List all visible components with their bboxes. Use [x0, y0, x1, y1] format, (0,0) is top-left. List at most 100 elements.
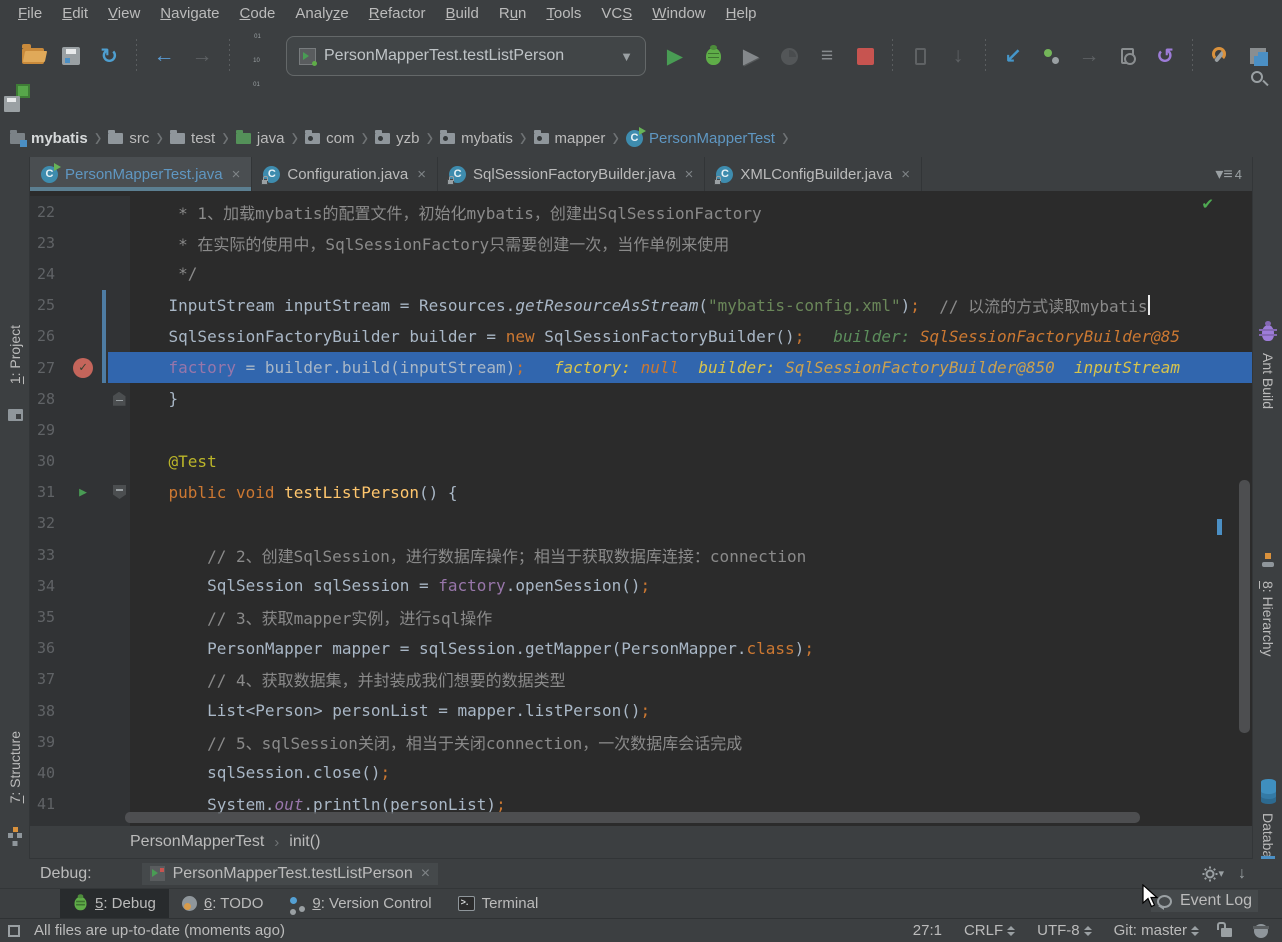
code-text[interactable]: sqlSession.close(); [130, 757, 1252, 788]
code-text[interactable]: // 4、获取数据集，并封装成我们想要的数据类型 [130, 664, 1252, 695]
breakpoint-icon[interactable]: ✓ [73, 357, 93, 378]
event-log-button[interactable]: Event Log [1150, 890, 1258, 912]
run-configuration-combo[interactable]: PersonMapperTest.testListPerson ▼ [286, 36, 646, 76]
code-text[interactable]: */ [130, 258, 1252, 289]
code-text[interactable]: SqlSessionFactoryBuilder builder = new S… [130, 321, 1252, 352]
numbered-arrow-icon[interactable] [242, 41, 272, 71]
commit-icon[interactable] [1036, 41, 1066, 71]
debug-session-tab[interactable]: PersonMapperTest.testListPerson × [141, 862, 439, 885]
horizontal-scrollbar[interactable] [125, 812, 1140, 823]
code-text[interactable]: factory = builder.build(inputStream); fa… [130, 351, 1252, 384]
close-icon[interactable]: × [901, 166, 910, 183]
fold-marker-icon[interactable] [113, 485, 126, 499]
code-text[interactable]: PersonMapper mapper = sqlSession.getMapp… [130, 633, 1252, 664]
menu-help[interactable]: Help [716, 5, 767, 22]
unlock-icon[interactable] [1217, 922, 1232, 937]
code-text[interactable]: InputStream inputStream = Resources. getR… [130, 290, 1252, 321]
open-icon[interactable] [18, 41, 48, 71]
breadcrumb-method[interactable]: init() [289, 833, 320, 851]
menu-edit[interactable]: Edit [52, 5, 98, 22]
save-icon[interactable] [56, 41, 86, 71]
encoding-widget[interactable]: UTF-8 [1037, 922, 1092, 939]
close-icon[interactable]: × [685, 166, 694, 183]
breadcrumb-java[interactable]: java [235, 130, 284, 147]
menu-analyze[interactable]: Analyze [285, 5, 358, 22]
pin-down-icon[interactable]: ↓ [1238, 865, 1246, 883]
tab-sqlsessionfactorybuilder-java[interactable]: C SqlSessionFactoryBuilder.java × [438, 157, 706, 191]
rollback-icon[interactable]: ↺ [1150, 41, 1180, 71]
stripe-item-1-project[interactable]: 1: Project [0, 325, 30, 384]
project-tool-icon[interactable] [0, 409, 30, 421]
code-text[interactable]: * 在实际的使用中，SqlSessionFactory只需要创建一次，当作单例来… [130, 227, 1252, 258]
close-icon[interactable]: × [417, 166, 426, 183]
run-icon[interactable]: ▶ [660, 41, 690, 71]
tab-xmlconfigbuilder-java[interactable]: C XMLConfigBuilder.java × [705, 157, 922, 191]
history-icon[interactable] [1112, 41, 1142, 71]
toolwindow-button-6-todo[interactable]: 6: TODO [169, 889, 276, 918]
update-project-icon[interactable]: ↙ [998, 41, 1028, 71]
breadcrumb-com[interactable]: com [305, 130, 354, 147]
stop-icon[interactable] [850, 41, 880, 71]
menu-build[interactable]: Build [435, 5, 488, 22]
run-line-icon[interactable]: ▶ [79, 485, 87, 500]
coverage-icon[interactable]: ▶ [736, 41, 766, 71]
breadcrumb-personmappertest[interactable]: C PersonMapperTest [626, 127, 775, 147]
run-tasks-icon[interactable]: ≡ [812, 41, 842, 71]
vertical-scrollbar[interactable] [1239, 480, 1250, 733]
code-text[interactable]: SqlSession sqlSession = factory .openSess… [130, 570, 1252, 601]
code-text[interactable]: // 2、创建SqlSession，进行数据库操作；相当于获取数据库连接：con… [130, 539, 1252, 570]
code-text[interactable]: * 1、加载mybatis的配置文件，初始化mybatis，创建出SqlSess… [130, 196, 1252, 227]
close-icon[interactable]: × [232, 166, 241, 183]
code-text[interactable]: public void testListPerson() { [130, 477, 1252, 508]
toolwindow-button-5-debug[interactable]: 5: Debug [60, 889, 169, 918]
highlighting-level-icon[interactable] [1253, 923, 1269, 938]
caret-position[interactable]: 27:1 [913, 922, 942, 939]
breadcrumb-yzb[interactable]: yzb [375, 130, 419, 147]
search-everywhere-icon[interactable] [1242, 62, 1272, 92]
menu-tools[interactable]: Tools [536, 5, 591, 22]
debug-icon[interactable] [698, 41, 728, 71]
toolwindow-button-9-version-control[interactable]: 9: Version Control [276, 889, 444, 918]
menu-view[interactable]: View [98, 5, 150, 22]
menu-refactor[interactable]: Refactor [359, 5, 436, 22]
back-icon[interactable]: ← [149, 41, 179, 71]
tab-configuration-java[interactable]: C Configuration.java × [252, 157, 439, 191]
breadcrumb-src[interactable]: src [108, 130, 149, 147]
breadcrumb-mapper[interactable]: mapper [533, 130, 605, 147]
code-text[interactable] [130, 414, 1252, 445]
breadcrumb-mybatis[interactable]: mybatis [10, 130, 88, 147]
hidden-tabs-dropdown[interactable]: ▾≡ 4 [1215, 157, 1252, 191]
fold-marker-icon[interactable] [112, 391, 126, 406]
stripe-item-8-hierarchy[interactable]: 8: Hierarchy [1253, 581, 1282, 656]
sync-icon[interactable]: ↻ [94, 41, 124, 71]
stripe-item-ant-build[interactable]: Ant Build [1253, 353, 1282, 409]
menu-file[interactable]: File [8, 5, 52, 22]
toolwindow-button-terminal[interactable]: Terminal [445, 889, 552, 918]
stripe-item-7-structure[interactable]: 7: Structure [0, 731, 30, 803]
code-text[interactable]: // 3、获取mapper实例，进行sql操作 [130, 601, 1252, 632]
tab-personmappertest-java[interactable]: C PersonMapperTest.java × [30, 157, 253, 191]
hierarchy-icon[interactable] [1253, 553, 1282, 567]
menu-run[interactable]: Run [489, 5, 537, 22]
structure-tool-icon[interactable] [0, 827, 30, 843]
breadcrumb-class[interactable]: PersonMapperTest [130, 833, 264, 851]
chevron-down-icon[interactable]: ▼ [620, 49, 633, 64]
git-branch-widget[interactable]: Git: master [1114, 922, 1199, 939]
settings-gear-icon[interactable]: ▾ [1202, 866, 1224, 882]
code-text[interactable]: // 5、sqlSession关闭，相当于关闭connection，一次数据库会… [130, 726, 1252, 757]
menu-navigate[interactable]: Navigate [150, 5, 229, 22]
breadcrumb-test[interactable]: test [170, 130, 215, 147]
toolwindow-switcher-icon[interactable] [8, 924, 20, 937]
line-separator-widget[interactable]: CRLF [964, 922, 1016, 939]
ant-icon[interactable] [1253, 321, 1282, 341]
breadcrumb-mybatis[interactable]: mybatis [440, 130, 513, 147]
menu-vcs[interactable]: VCS [591, 5, 642, 22]
code-editor[interactable]: 22 * 1、加载mybatis的配置文件，初始化mybatis，创建出SqlS… [30, 191, 1252, 826]
code-text[interactable]: @Test [130, 446, 1252, 477]
code-text[interactable]: List<Person> personList = mapper.listPer… [130, 695, 1252, 726]
settings-wrench-icon[interactable] [1205, 41, 1235, 71]
close-icon[interactable]: × [421, 865, 430, 883]
database-icon[interactable] [1253, 779, 1282, 804]
code-text[interactable] [130, 508, 1252, 539]
menu-window[interactable]: Window [642, 5, 715, 22]
